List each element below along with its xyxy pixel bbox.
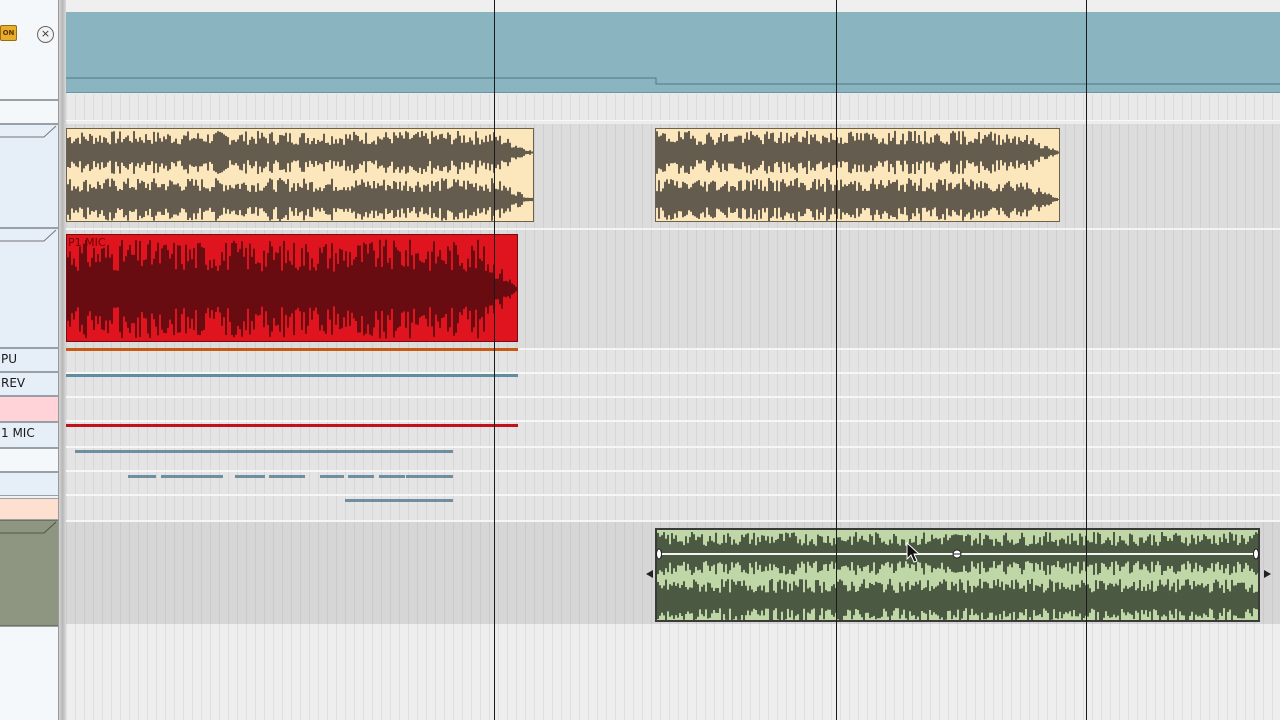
mouse-pointer-icon xyxy=(906,542,921,563)
automation-line-pu[interactable] xyxy=(66,348,518,351)
track-header-empty xyxy=(0,626,58,720)
master-automation-curve[interactable] xyxy=(66,12,1280,92)
track-header-row[interactable] xyxy=(0,472,58,496)
midi-note[interactable] xyxy=(320,475,344,478)
waveform xyxy=(67,239,517,339)
waveform xyxy=(656,130,1059,221)
close-icon[interactable]: × xyxy=(37,26,54,43)
midi-note[interactable] xyxy=(128,475,156,478)
audio-clip-1[interactable] xyxy=(66,128,534,222)
timeline-lane-rev[interactable] xyxy=(66,374,1280,398)
clip-label: P1 MIC xyxy=(68,236,106,249)
audio-clip-2[interactable] xyxy=(655,128,1060,222)
midi-note[interactable] xyxy=(235,475,265,478)
locator-line[interactable] xyxy=(1086,0,1087,720)
midi-note[interactable] xyxy=(269,475,305,478)
timeline-lane[interactable] xyxy=(66,94,1280,121)
locator-line[interactable] xyxy=(494,0,495,720)
automation-lane-pink[interactable] xyxy=(0,396,58,422)
fold-triangle-icon[interactable] xyxy=(0,521,58,535)
midi-note[interactable] xyxy=(161,475,223,478)
midi-note[interactable] xyxy=(406,475,453,478)
track-header-row[interactable] xyxy=(0,498,58,520)
automation-lane-pu[interactable]: PU xyxy=(0,348,58,372)
clip-gain-line[interactable] xyxy=(656,548,1262,560)
automation-segment[interactable] xyxy=(75,450,453,453)
timeline-lane-pu[interactable] xyxy=(66,350,1280,374)
track-list: ON × PU REV 1 MIC xyxy=(0,0,60,720)
track-header-master[interactable]: ON × xyxy=(0,0,58,100)
timeline-empty-area xyxy=(66,624,1280,720)
waveform xyxy=(657,532,1258,620)
fold-triangle-icon[interactable] xyxy=(0,229,58,243)
midi-note[interactable] xyxy=(348,475,374,478)
trim-left-arrow-icon[interactable] xyxy=(643,568,655,580)
trim-right-arrow-icon[interactable] xyxy=(1262,568,1274,580)
track-header-audio-1[interactable] xyxy=(0,124,58,228)
fold-triangle-icon[interactable] xyxy=(0,125,58,139)
audio-clip-selected[interactable] xyxy=(655,528,1260,622)
track-header-audio-2[interactable] xyxy=(0,520,58,626)
audio-clip-p1-mic[interactable]: P1 MIC xyxy=(66,234,518,342)
timeline-lane-pink[interactable] xyxy=(66,398,1280,422)
master-automation-lane[interactable] xyxy=(66,12,1280,93)
automation-lane-rev[interactable]: REV xyxy=(0,372,58,396)
track-header-row[interactable] xyxy=(0,100,58,124)
automation-segment[interactable] xyxy=(345,499,453,502)
automation-line-rev[interactable] xyxy=(66,374,518,377)
track-header-row[interactable] xyxy=(0,448,58,472)
on-toggle-button[interactable]: ON xyxy=(0,25,17,41)
track-header-p1-mic[interactable] xyxy=(0,228,58,348)
arrangement-timeline[interactable]: P1 MIC xyxy=(66,0,1280,720)
locator-line[interactable] xyxy=(836,0,837,720)
automation-line-mic[interactable] xyxy=(66,424,518,427)
automation-lane-mic[interactable]: 1 MIC xyxy=(0,422,58,448)
timeline-lane[interactable] xyxy=(66,496,1280,522)
waveform xyxy=(67,131,533,221)
midi-note[interactable] xyxy=(379,475,405,478)
